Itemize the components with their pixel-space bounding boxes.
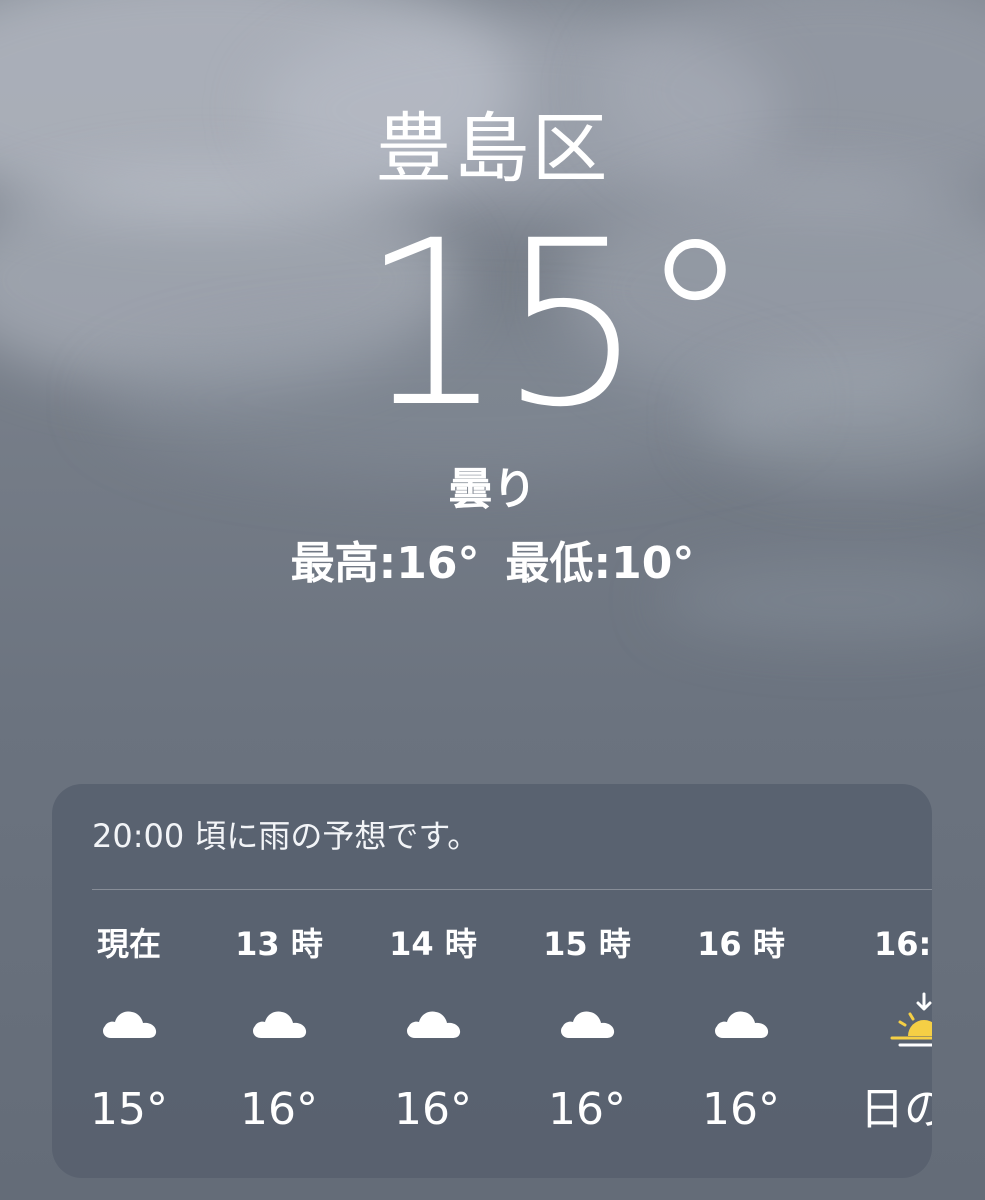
hour-label: 13 時 — [235, 925, 323, 963]
hour-temperature: 16° — [240, 1084, 318, 1135]
hourly-forecast-card[interactable]: 20:00 頃に雨の予想です。 現在 15° 13 時 16° 14 時 16°… — [52, 784, 932, 1178]
cloud-icon — [103, 1011, 157, 1038]
high-low-temperatures: 最高:16° 最低:10° — [0, 536, 985, 592]
hour-item-now: 現在 15° — [54, 914, 204, 1174]
cloud-icon — [253, 1011, 307, 1038]
hour-temperature: 16° — [702, 1084, 780, 1135]
hour-temperature: 16° — [394, 1084, 472, 1135]
hour-temperature: 15° — [90, 1084, 168, 1135]
cloud-icon — [715, 1011, 769, 1038]
hour-label: 14 時 — [389, 925, 477, 963]
sunset-icon — [890, 992, 932, 1047]
weather-condition: 曇り — [448, 464, 537, 515]
cloud-icon — [561, 1011, 615, 1038]
hourly-forecast-list[interactable]: 現在 15° 13 時 16° 14 時 16° 15 時 16° 16 時 1… — [52, 914, 932, 1174]
hour-item-sunset: 16:3 日の — [820, 914, 932, 1174]
hour-label: 16:3 — [874, 925, 932, 963]
divider — [92, 889, 932, 890]
hour-item-16: 16 時 16° — [666, 914, 816, 1174]
hour-item-13: 13 時 16° — [204, 914, 354, 1174]
hour-label: 16 時 — [697, 925, 785, 963]
location-name: 豊島区 — [375, 104, 610, 193]
cloud-icon — [407, 1011, 461, 1038]
low-temperature: 最低:10° — [505, 538, 695, 589]
hour-label: 現在 — [96, 925, 161, 963]
hour-item-14: 14 時 16° — [358, 914, 508, 1174]
hour-label: 15 時 — [543, 925, 631, 963]
current-temperature: 15° — [360, 191, 752, 457]
hour-temperature: 16° — [548, 1084, 626, 1135]
rain-notice: 20:00 頃に雨の予想です。 — [92, 817, 480, 855]
hour-temperature: 日の — [860, 1084, 932, 1135]
hour-item-15: 15 時 16° — [512, 914, 662, 1174]
high-temperature: 最高:16° — [290, 538, 480, 589]
